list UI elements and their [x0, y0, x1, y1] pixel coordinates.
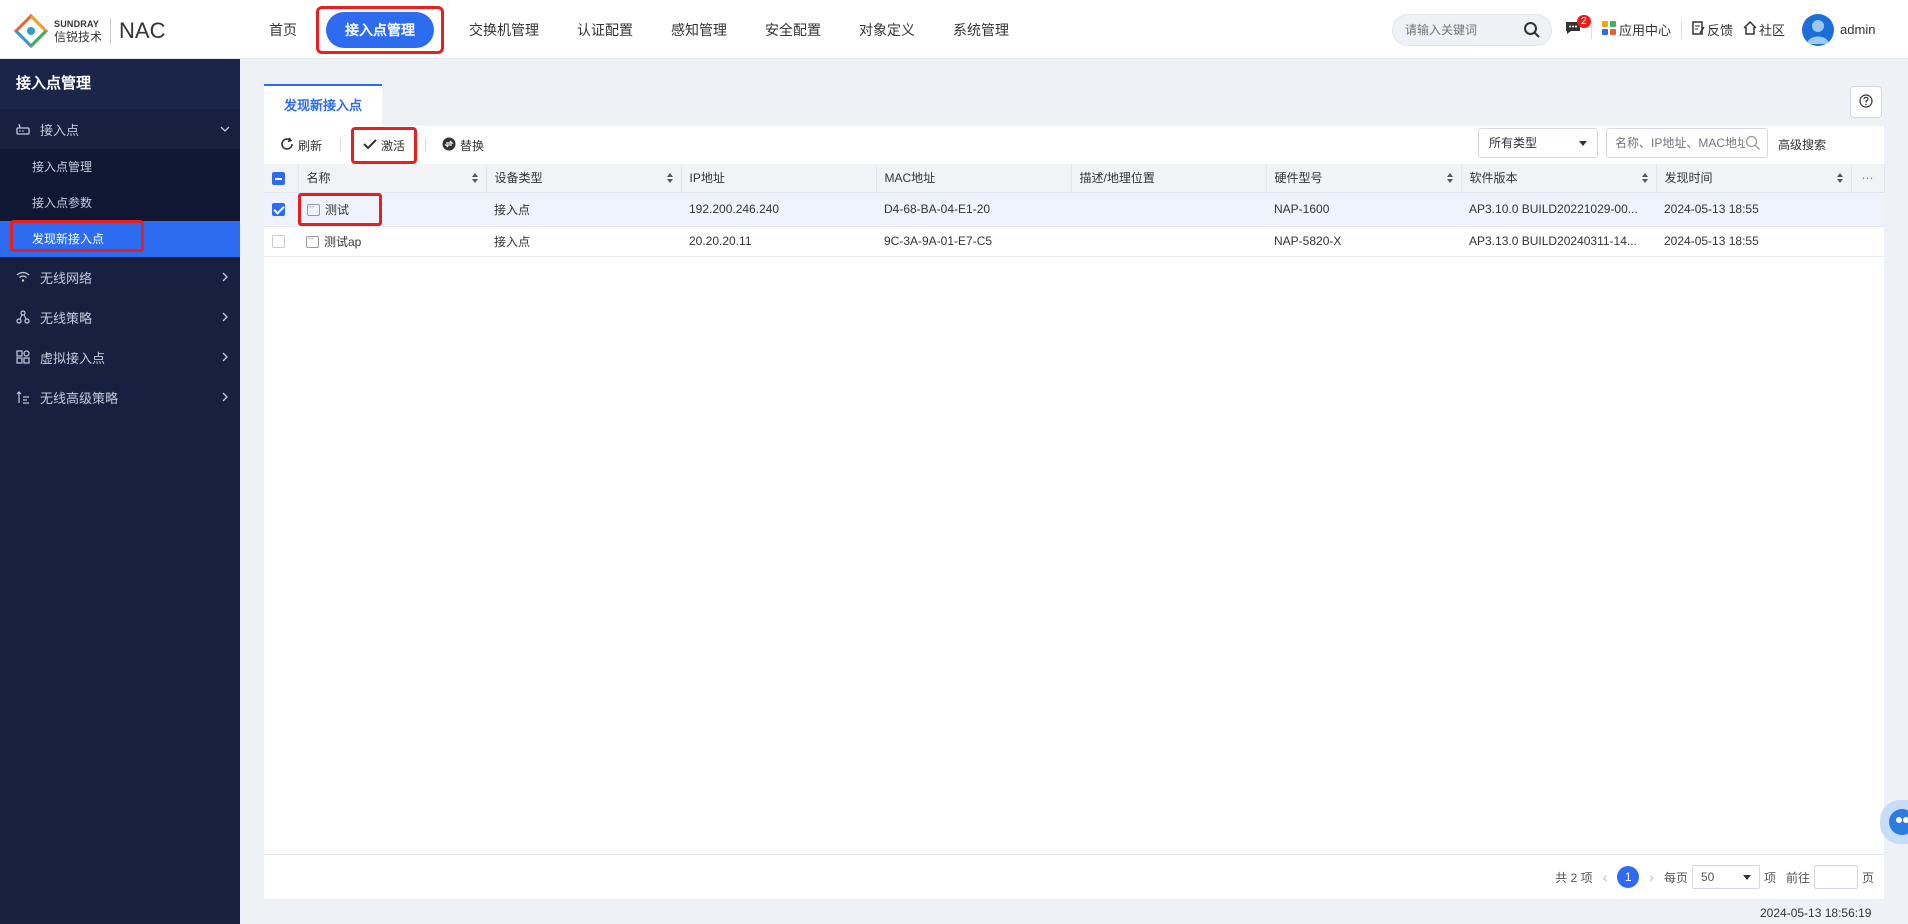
highlight-box: 测试	[298, 192, 383, 225]
tab-bar: 发现新接入点	[264, 84, 1884, 126]
policy-icon	[16, 310, 32, 324]
table-header-row: 名称 设备类型 IP地址 MAC地址 描述/地理位置 硬件型号 软件版本 发现时…	[264, 164, 1885, 193]
nav-ap-management[interactable]: 接入点管理	[326, 11, 434, 48]
sidebar-item-ap-params[interactable]: 接入点参数	[0, 185, 240, 221]
highlight-box: 接入点管理	[316, 5, 444, 54]
sidebar-group-wireless-policy[interactable]: 无线策略	[0, 297, 240, 337]
grid-icon	[16, 350, 32, 364]
tab-discover-ap[interactable]: 发现新接入点	[264, 84, 382, 126]
community-button[interactable]: 社区	[1743, 20, 1785, 39]
chevron-down-icon	[220, 122, 230, 137]
nav-objects[interactable]: 对象定义	[840, 12, 934, 48]
search-icon[interactable]	[1745, 135, 1761, 154]
row-checkbox[interactable]	[272, 235, 285, 249]
messages-button[interactable]: 2	[1565, 15, 1591, 38]
prev-page-icon[interactable]: ‹	[1603, 869, 1608, 885]
activate-button[interactable]: 激活	[351, 126, 418, 164]
sidebar-item-ap-management[interactable]: 接入点管理	[0, 149, 240, 185]
nav-system[interactable]: 系统管理	[934, 12, 1028, 48]
sidebar-item-discover-ap[interactable]: 发现新接入点	[0, 221, 240, 257]
sidebar-group-wireless-network[interactable]: 无线网络	[0, 257, 240, 297]
toolbar: 刷新 激活 替换 所有类型 高级搜索	[264, 126, 1884, 164]
col-hardware[interactable]: 硬件型号	[1266, 164, 1462, 193]
nav-auth-config[interactable]: 认证配置	[558, 12, 652, 48]
search-icon[interactable]	[1523, 21, 1541, 42]
logo-brand-cn: 信锐技术	[54, 30, 103, 44]
app-grid-icon	[1602, 21, 1616, 38]
refresh-icon	[280, 137, 294, 154]
chevron-right-icon	[220, 310, 230, 325]
router-icon	[16, 123, 32, 135]
total-count: 共 2 项	[1555, 870, 1593, 885]
replace-button[interactable]: 替换	[442, 137, 484, 154]
user-menu[interactable]: admin	[1802, 13, 1876, 46]
check-icon	[363, 138, 377, 153]
logo[interactable]: SUNDRAY 信锐技术 NAC	[13, 13, 166, 49]
feedback-icon	[1692, 21, 1705, 38]
column-settings[interactable]: ⋯	[1851, 164, 1885, 193]
caret-down-icon	[1579, 141, 1587, 146]
home-icon	[1743, 20, 1757, 38]
assistant-float-button[interactable]	[1880, 800, 1908, 844]
row-checkbox[interactable]	[272, 203, 285, 217]
wifi-icon	[16, 271, 32, 283]
ap-device-icon	[306, 234, 319, 249]
page-number[interactable]: 1	[1617, 866, 1640, 888]
product-name: NAC	[119, 18, 166, 43]
caret-down-icon	[1742, 875, 1751, 880]
sidebar: 接入点管理 接入点 接入点管理 接入点参数 发现新接入点 无线网络 无线策略 虚…	[0, 59, 240, 924]
content-panel: 刷新 激活 替换 所有类型 高级搜索	[264, 126, 1885, 899]
feedback-button[interactable]: 反馈	[1692, 20, 1733, 39]
global-search[interactable]	[1392, 14, 1552, 46]
col-description: 描述/地理位置	[1071, 164, 1267, 193]
nav-perception[interactable]: 感知管理	[652, 12, 746, 48]
col-mac: MAC地址	[876, 164, 1072, 193]
main-nav: 首页 接入点管理 交换机管理 认证配置 感知管理 安全配置 对象定义 系统管理	[250, 0, 1028, 59]
sidebar-group-advanced-policy[interactable]: 无线高级策略	[0, 377, 240, 417]
goto-page-input[interactable]	[1813, 865, 1858, 889]
replace-icon	[442, 137, 456, 154]
col-discover-time[interactable]: 发现时间	[1656, 164, 1852, 193]
username: admin	[1840, 22, 1876, 37]
nav-switch-management[interactable]: 交换机管理	[450, 12, 558, 48]
chevron-right-icon	[220, 390, 230, 405]
server-time: 2024-05-13 18:56:19	[1760, 906, 1872, 920]
pagination: 共 2 项 ‹ 1 › 每页 50 项 前往 页	[264, 854, 1884, 899]
avatar	[1802, 13, 1835, 46]
table-search[interactable]	[1606, 128, 1768, 158]
page-size-select[interactable]: 50	[1691, 865, 1760, 889]
col-name[interactable]: 名称	[298, 164, 487, 193]
chevron-right-icon	[220, 270, 230, 285]
table-search-input[interactable]	[1615, 129, 1745, 157]
table-row[interactable]: 测试ap 接入点 20.20.20.11 9C-3A-9A-01-E7-C5 N…	[264, 226, 1884, 257]
col-software[interactable]: 软件版本	[1461, 164, 1657, 193]
select-all-cell[interactable]	[264, 164, 299, 193]
ap-device-icon	[307, 202, 320, 217]
next-page-icon[interactable]: ›	[1649, 869, 1654, 885]
nav-home[interactable]: 首页	[250, 12, 316, 48]
ap-table: 名称 设备类型 IP地址 MAC地址 描述/地理位置 硬件型号 软件版本 发现时…	[264, 164, 1885, 257]
help-button[interactable]	[1850, 86, 1882, 118]
advanced-search-link[interactable]: 高级搜索	[1778, 136, 1826, 153]
select-all-checkbox[interactable]	[272, 171, 285, 185]
app-center-button[interactable]: 应用中心	[1602, 20, 1671, 39]
nav-security[interactable]: 安全配置	[746, 12, 840, 48]
message-badge: 2	[1577, 15, 1591, 28]
global-search-input[interactable]	[1405, 15, 1525, 45]
advanced-policy-icon	[16, 390, 32, 404]
question-icon	[1859, 93, 1873, 111]
refresh-button[interactable]: 刷新	[280, 137, 322, 154]
sundray-logo-icon	[13, 13, 49, 49]
top-header: SUNDRAY 信锐技术 NAC 首页 接入点管理 交换机管理 认证配置 感知管…	[0, 0, 1908, 59]
type-select[interactable]: 所有类型	[1478, 128, 1598, 158]
col-device-type[interactable]: 设备类型	[486, 164, 682, 193]
chevron-right-icon	[220, 350, 230, 365]
sidebar-group-ap[interactable]: 接入点	[0, 109, 240, 149]
sidebar-group-virtual-ap[interactable]: 虚拟接入点	[0, 337, 240, 377]
col-ip: IP地址	[681, 164, 877, 193]
table-row[interactable]: 测试 接入点 192.200.246.240 D4-68-BA-04-E1-20…	[264, 192, 1884, 227]
sidebar-title: 接入点管理	[0, 59, 240, 109]
